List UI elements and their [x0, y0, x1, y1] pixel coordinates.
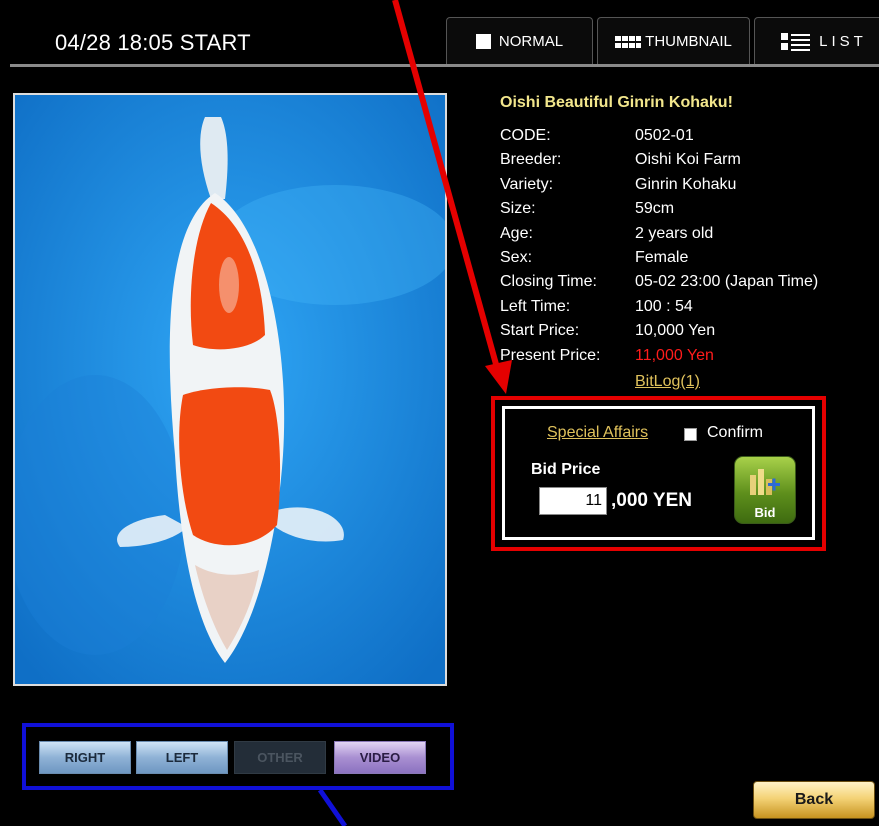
- view-left-button[interactable]: LEFT: [136, 741, 228, 774]
- tab-thumbnail-view[interactable]: THUMBNAIL: [597, 17, 750, 65]
- confirm-checkbox[interactable]: [684, 428, 697, 441]
- detail-value: Female: [635, 249, 689, 267]
- tab-normal-label: NORMAL: [498, 33, 564, 50]
- bid-price-unit: ,000 YEN: [611, 490, 692, 511]
- detail-row-code: CODE: 0502-01: [500, 124, 818, 148]
- present-price-value: 11,000 Yen: [635, 346, 714, 364]
- blue-annotation-line: [317, 788, 348, 826]
- detail-value: 0502-01: [635, 127, 694, 144]
- back-button[interactable]: Back: [753, 781, 875, 819]
- detail-value: 10,000 Yen: [635, 322, 716, 340]
- view-other-button[interactable]: OTHER: [234, 741, 326, 774]
- detail-label: Size:: [500, 200, 536, 218]
- view-video-button[interactable]: VIDEO: [334, 741, 426, 774]
- bid-price-label: Bid Price: [531, 461, 601, 478]
- detail-label: Breeder:: [500, 151, 562, 169]
- bid-button[interactable]: Bid: [734, 456, 796, 524]
- detail-value: Ginrin Kohaku: [635, 175, 737, 193]
- detail-label: Closing Time:: [500, 273, 597, 291]
- detail-row-sex: Sex: Female: [500, 246, 818, 270]
- detail-label: CODE:: [500, 127, 551, 144]
- detail-value: 2 years old: [635, 224, 714, 242]
- view-right-button[interactable]: RIGHT: [39, 741, 131, 774]
- detail-row-start-price: Start Price: 10,000 Yen: [500, 319, 818, 343]
- list-icon: [781, 32, 811, 51]
- detail-row-age: Age: 2 years old: [500, 222, 818, 246]
- detail-label: Left Time:: [500, 297, 571, 315]
- detail-row-present-price: Present Price: 11,000 Yen: [500, 344, 818, 368]
- detail-row-left-time: Left Time: 100 : 54: [500, 295, 818, 319]
- koi-photo: [13, 93, 447, 686]
- header-divider: [10, 64, 879, 67]
- detail-label: Age:: [500, 224, 533, 242]
- bid-price-input[interactable]: [539, 487, 607, 515]
- thumbnail-grid-icon: [615, 35, 642, 49]
- special-affairs-link[interactable]: Special Affairs: [547, 424, 648, 442]
- detail-value: 05-02 23:00 (Japan Time): [635, 273, 819, 291]
- bid-bars-icon: [750, 469, 780, 495]
- detail-label: Sex:: [500, 249, 533, 267]
- detail-row-variety: Variety: Ginrin Kohaku: [500, 173, 818, 197]
- detail-row-size: Size: 59cm: [500, 197, 818, 221]
- detail-value: Oishi Koi Farm: [635, 151, 741, 169]
- detail-value: 100 : 54: [635, 297, 693, 315]
- bitlog-link[interactable]: BitLog(1): [635, 373, 700, 391]
- confirm-label: Confirm: [707, 424, 764, 441]
- tab-list-view[interactable]: LIST: [754, 17, 879, 65]
- tab-list-label: LIST: [819, 33, 867, 50]
- detail-row-breeder: Breeder: Oishi Koi Farm: [500, 148, 818, 172]
- detail-row-closing-time: Closing Time: 05-02 23:00 (Japan Time): [500, 270, 818, 294]
- fish-details: CODE: 0502-01 Breeder: Oishi Koi Farm Vari…: [500, 124, 818, 368]
- detail-value: 59cm: [635, 200, 675, 218]
- detail-label: Present Price:: [500, 346, 601, 364]
- auction-start-time: 04/28 18:05 START: [55, 30, 251, 55]
- tab-thumbnail-label: THUMBNAIL: [645, 33, 732, 50]
- detail-label: Start Price:: [500, 322, 580, 340]
- detail-label: Variety:: [500, 175, 554, 193]
- tab-normal-view[interactable]: NORMAL: [446, 17, 593, 65]
- fish-title: Oishi Beautiful Ginrin Kohaku!: [500, 94, 733, 111]
- bid-button-label: Bid: [754, 505, 776, 520]
- square-icon: [475, 34, 491, 49]
